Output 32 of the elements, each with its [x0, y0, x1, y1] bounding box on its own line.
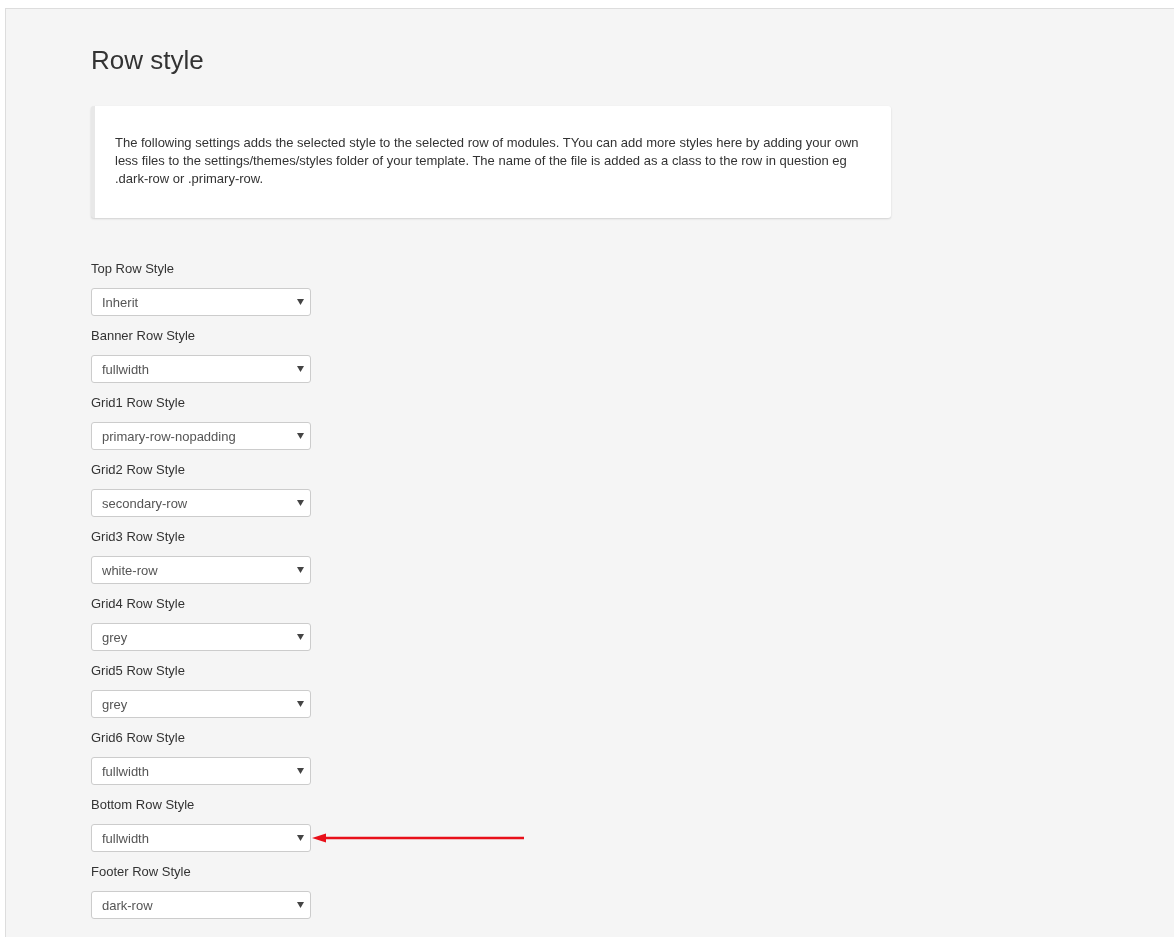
field-label: Top Row Style [91, 260, 176, 278]
caret-icon [297, 433, 304, 439]
caret-icon [297, 500, 304, 506]
field-label: Banner Row Style [91, 327, 197, 345]
field-label: Grid6 Row Style [91, 729, 186, 747]
select-dropdown[interactable]: fullwidth [91, 355, 311, 383]
field-label: Grid4 Row Style [91, 595, 186, 613]
page-title: Row style [91, 44, 205, 77]
select-dropdown[interactable]: primary-row-nopadding [91, 422, 311, 450]
field-label: Grid2 Row Style [91, 461, 186, 479]
field-label: Grid3 Row Style [91, 528, 186, 546]
caret-icon [297, 835, 304, 841]
select-dropdown[interactable]: grey [91, 623, 311, 651]
caret-icon [297, 299, 304, 305]
caret-icon [297, 768, 304, 774]
select-dropdown[interactable]: fullwidth [91, 757, 311, 785]
caret-icon [297, 567, 304, 573]
select-dropdown[interactable]: secondary-row [91, 489, 311, 517]
field-label: Footer Row Style [91, 863, 192, 881]
caret-icon [297, 902, 304, 908]
select-dropdown[interactable]: fullwidth [91, 824, 311, 852]
select-dropdown[interactable]: white-row [91, 556, 311, 584]
select-dropdown[interactable]: Inherit [91, 288, 311, 316]
select-dropdown[interactable]: grey [91, 690, 311, 718]
field-label: Grid1 Row Style [91, 394, 186, 412]
caret-icon [297, 634, 304, 640]
caret-icon [297, 701, 304, 707]
field-label: Bottom Row Style [91, 796, 196, 814]
field-label: Grid5 Row Style [91, 662, 186, 680]
caret-icon [297, 366, 304, 372]
select-dropdown[interactable]: dark-row [91, 891, 311, 919]
info-text: The following settings adds the selected style to the selected row of modules. TYou can add more styles here by adding your own less files to the settings/themes/styles folder of your template. The name of the file is added as a class to the row in question eg .dark-row or .primary-row. [91, 106, 891, 218]
